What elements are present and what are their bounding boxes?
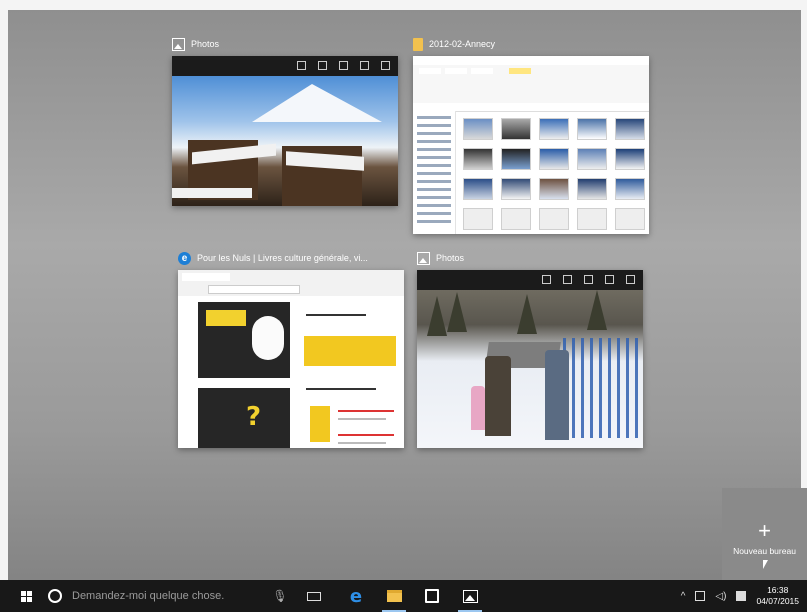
books-banner <box>304 336 396 366</box>
window-card-title: 2012-02-Annecy <box>413 36 495 52</box>
notifications-icon[interactable] <box>736 591 747 601</box>
system-tray: ^ ◁) 16:38 04/07/2015 <box>681 580 799 612</box>
window-thumbnail[interactable]: ? <box>178 270 404 448</box>
volume-icon[interactable]: ◁) <box>715 591 726 602</box>
window-title-text: 2012-02-Annecy <box>429 39 496 49</box>
clock[interactable]: 16:38 04/07/2015 <box>756 585 799 607</box>
explorer-nav-pane <box>413 111 456 234</box>
clock-time: 16:38 <box>767 585 789 595</box>
photo-mountain-image <box>172 76 398 206</box>
cortana-search-box[interactable]: Demandez-moi quelque chose. <box>48 580 288 612</box>
top-edge <box>0 0 807 10</box>
window-card-title: Photos <box>172 36 219 52</box>
edge-icon: e <box>349 585 363 607</box>
window-thumbnail[interactable] <box>417 270 643 448</box>
taskbar-edge[interactable]: e <box>340 580 372 612</box>
plus-icon: + <box>758 518 771 543</box>
photos-icon <box>417 251 430 265</box>
microphone-icon[interactable]: 🎙 <box>270 580 290 612</box>
edge-page-content: ? <box>178 296 404 448</box>
new-desktop-label: Nouveau bureau <box>733 546 796 556</box>
explorer-file-grid <box>463 118 645 230</box>
taskbar-photos[interactable] <box>454 580 486 612</box>
photos-icon <box>172 37 185 51</box>
task-view-button[interactable] <box>300 580 328 612</box>
photos-icon <box>462 589 478 603</box>
photos-toolbar <box>172 56 398 76</box>
window-card-title: Photos <box>417 250 464 266</box>
taskbar-store[interactable] <box>416 580 448 612</box>
window-title-text: Photos <box>436 253 465 263</box>
edge-icon: e <box>178 251 191 265</box>
window-thumbnail[interactable] <box>413 56 649 234</box>
start-button[interactable] <box>12 580 40 612</box>
left-edge <box>0 0 8 580</box>
windows-logo-icon <box>20 590 32 602</box>
new-desktop-button[interactable]: + Nouveau bureau <box>722 488 807 580</box>
clock-date: 04/07/2015 <box>756 596 799 606</box>
photo-snow-image <box>417 290 643 448</box>
explorer-ribbon <box>413 65 649 104</box>
quiz-book-image <box>198 302 290 378</box>
folder-icon <box>413 37 423 51</box>
cortana-icon <box>48 589 62 603</box>
mouse-cursor-icon <box>763 560 768 569</box>
window-card-title: e Pour les Nuls | Livres culture général… <box>178 250 368 266</box>
quiz-book-image: ? <box>198 388 290 448</box>
network-icon[interactable] <box>695 591 706 601</box>
search-placeholder: Demandez-moi quelque chose. <box>72 590 225 602</box>
edge-toolbar <box>178 270 404 297</box>
taskbar-file-explorer[interactable] <box>378 580 410 612</box>
store-icon <box>425 589 439 603</box>
window-title-text: Pour les Nuls | Livres culture générale,… <box>197 253 368 263</box>
window-title-text: Photos <box>191 39 220 49</box>
taskbar: Demandez-moi quelque chose. 🎙 e ^ ◁) 16:… <box>0 580 807 612</box>
window-thumbnail[interactable] <box>172 56 398 206</box>
photos-toolbar <box>417 270 643 290</box>
task-view-icon <box>307 591 321 601</box>
show-hidden-icons-button[interactable]: ^ <box>681 591 686 602</box>
file-explorer-icon <box>386 590 402 602</box>
